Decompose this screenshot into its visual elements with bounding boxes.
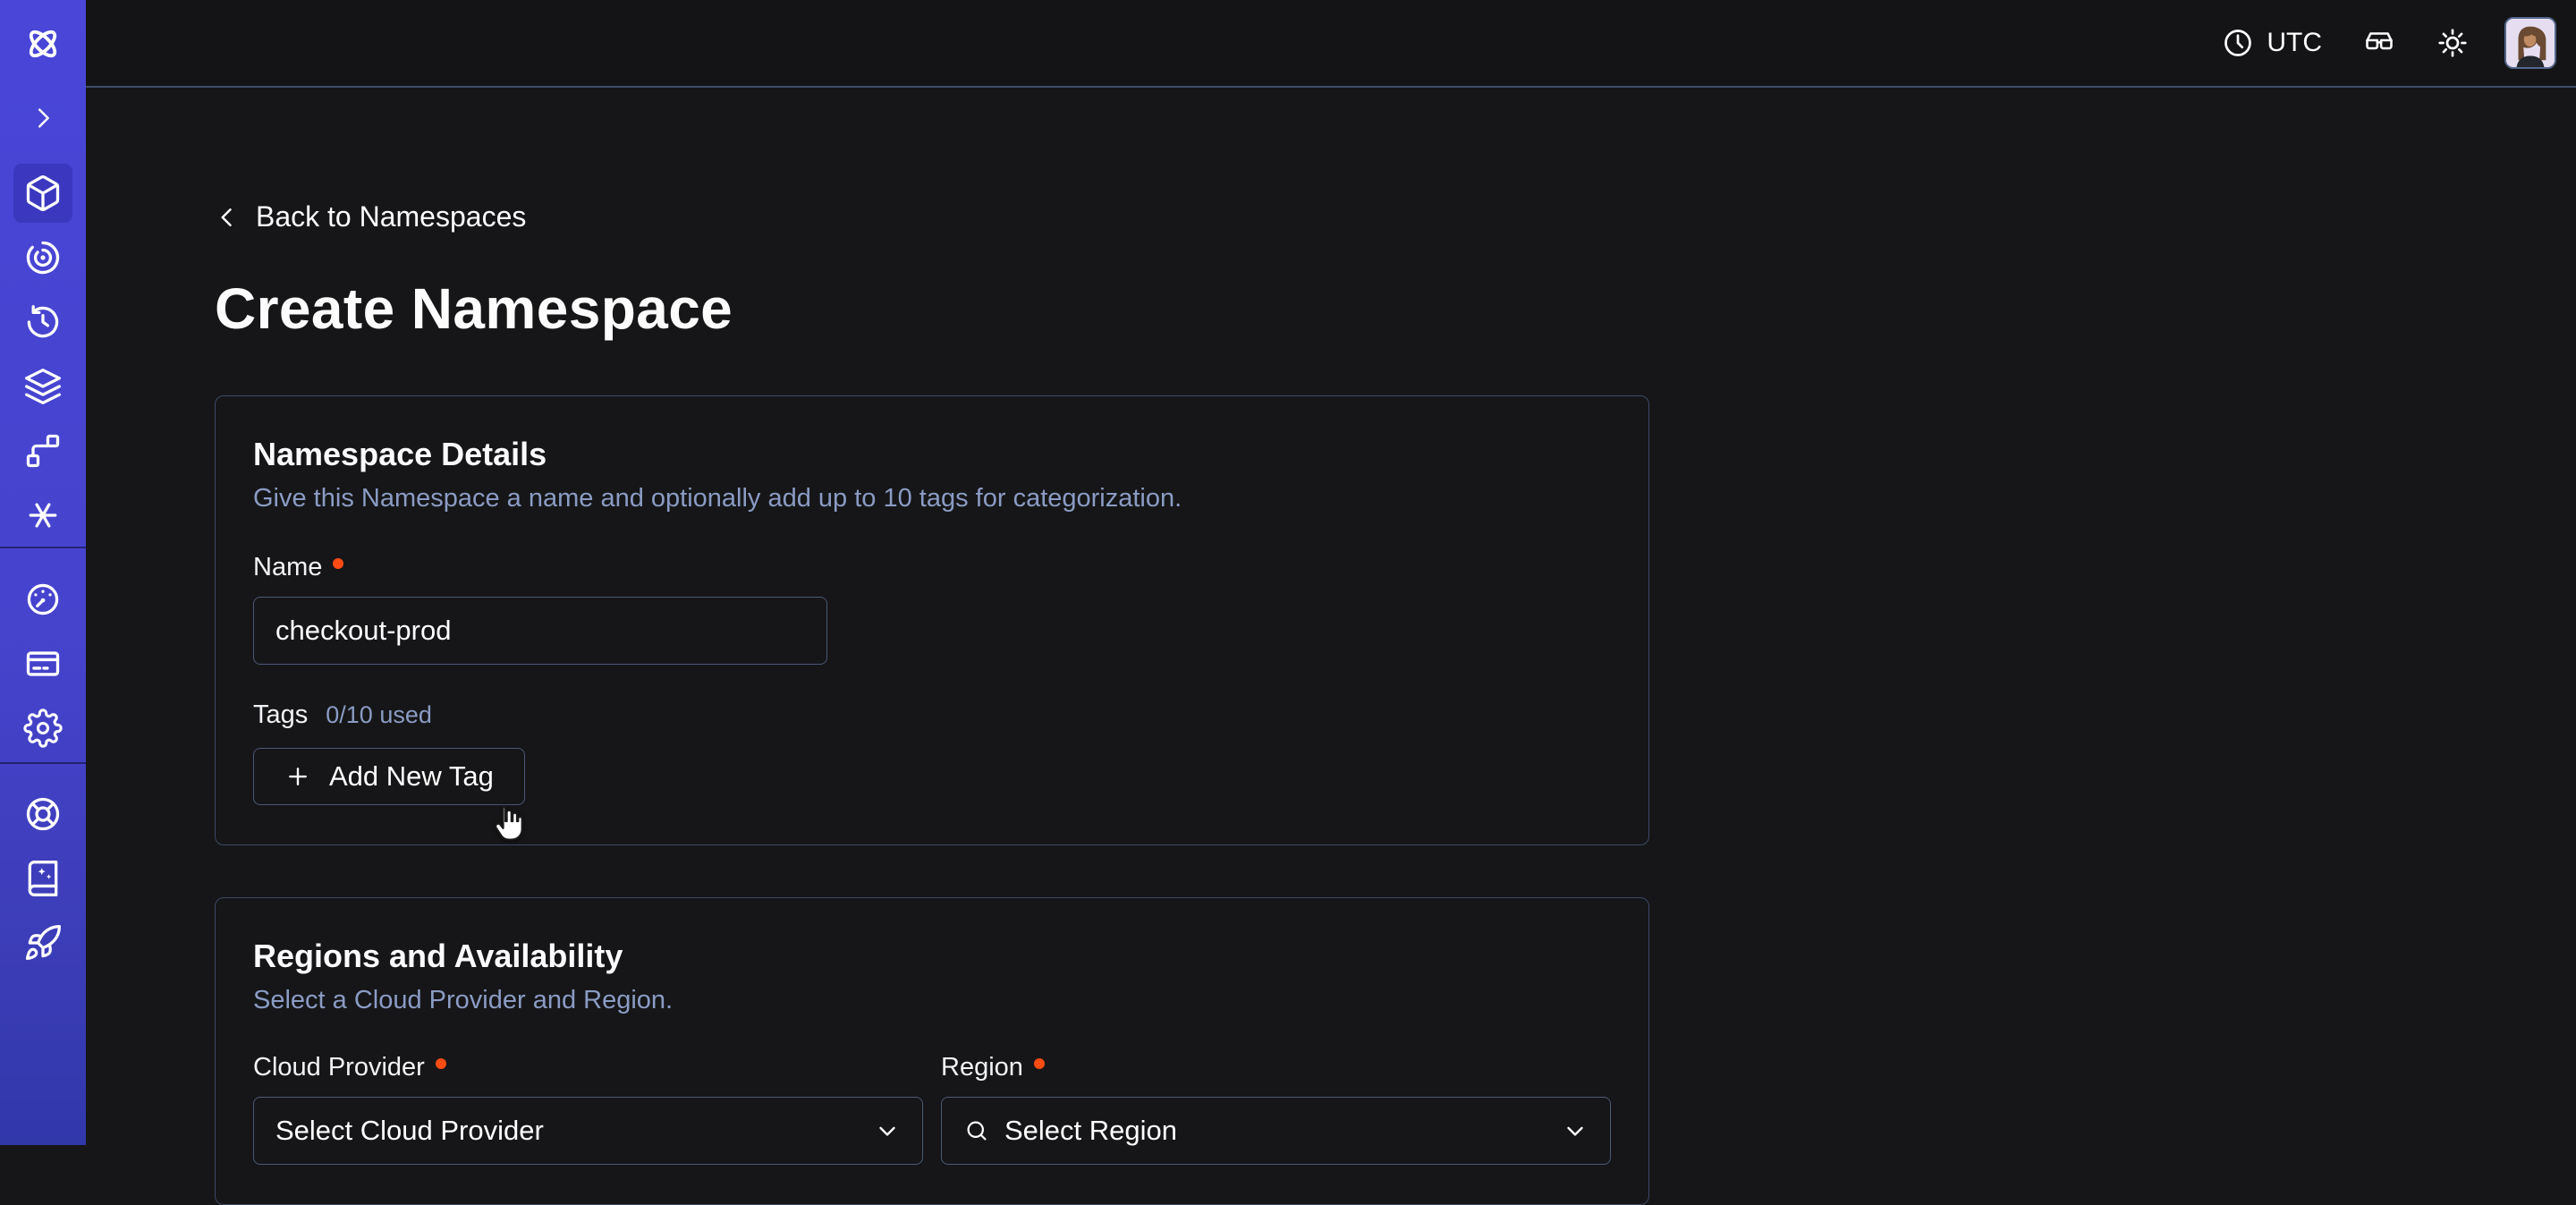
- name-label-row: Name: [253, 553, 1611, 582]
- search-icon: [963, 1117, 990, 1144]
- add-new-tag-button[interactable]: Add New Tag: [253, 748, 525, 805]
- main-content: Back to Namespaces Create Namespace Name…: [86, 88, 2576, 1145]
- active-item-highlight: [13, 164, 72, 223]
- sidebar-divider: [0, 547, 86, 548]
- sidebar-item-namespaces[interactable]: [0, 161, 86, 225]
- timezone-label: UTC: [2267, 28, 2322, 58]
- chevron-right-icon: [30, 105, 56, 132]
- asterisk-icon: [23, 496, 63, 535]
- sidebar-item-getting-started[interactable]: [0, 911, 86, 975]
- required-indicator: [333, 558, 343, 569]
- topbar: UTC: [86, 0, 2576, 88]
- cube-icon: [23, 174, 63, 213]
- user-avatar[interactable]: [2504, 17, 2556, 69]
- card-title: Regions and Availability: [253, 938, 1611, 975]
- timer-icon: [23, 302, 63, 342]
- tags-label-row: Tags 0/10 used: [253, 700, 1611, 730]
- sidebar-expand-button[interactable]: [0, 86, 86, 150]
- cloud-provider-label: Cloud Provider: [253, 1053, 425, 1082]
- book-sparkle-icon: [23, 859, 63, 898]
- add-new-tag-label: Add New Tag: [329, 760, 494, 793]
- sidebar-item-docs[interactable]: [0, 846, 86, 911]
- page-title: Create Namespace: [215, 276, 2576, 342]
- required-indicator: [1034, 1058, 1045, 1069]
- sidebar-item-deployments[interactable]: [0, 419, 86, 483]
- chevron-down-icon: [874, 1117, 901, 1144]
- namespace-details-card: Namespace Details Give this Namespace a …: [215, 395, 1649, 845]
- rocket-icon: [23, 923, 63, 963]
- cloud-provider-label-row: Cloud Provider: [253, 1053, 923, 1082]
- chevron-down-icon: [1562, 1117, 1589, 1144]
- labs-toggle-button[interactable]: [2349, 15, 2410, 71]
- tags-usage-counter: 0/10 used: [326, 701, 432, 729]
- gear-icon: [23, 709, 63, 748]
- workflows-spiral-icon: [23, 238, 63, 277]
- sidebar-item-support[interactable]: [0, 782, 86, 846]
- cloud-provider-field: Cloud Provider Select Cloud Provider: [253, 1015, 923, 1165]
- name-label: Name: [253, 553, 322, 582]
- tags-label: Tags: [253, 700, 308, 730]
- glasses-icon: [2363, 27, 2395, 59]
- timezone-button[interactable]: UTC: [2207, 15, 2336, 71]
- region-placeholder: Select Region: [1004, 1115, 1547, 1147]
- layers-icon: [23, 367, 63, 406]
- region-label: Region: [941, 1053, 1023, 1082]
- sidebar-item-nexus[interactable]: [0, 483, 86, 547]
- sidebar-item-billing[interactable]: [0, 632, 86, 696]
- sidebar: [0, 0, 86, 1145]
- back-link[interactable]: Back to Namespaces: [215, 200, 526, 233]
- namespace-name-input[interactable]: [253, 597, 827, 665]
- temporal-logo-icon[interactable]: [0, 13, 86, 75]
- plus-icon: [284, 763, 311, 790]
- gauge-icon: [23, 580, 63, 619]
- region-select[interactable]: Select Region: [941, 1097, 1611, 1165]
- cloud-provider-select[interactable]: Select Cloud Provider: [253, 1097, 923, 1165]
- region-label-row: Region: [941, 1053, 1611, 1082]
- sidebar-item-settings[interactable]: [0, 696, 86, 760]
- clock-icon: [2222, 27, 2254, 59]
- sidebar-item-schedules[interactable]: [0, 290, 86, 354]
- lifebuoy-icon: [23, 794, 63, 834]
- back-link-label: Back to Namespaces: [256, 200, 526, 233]
- chevron-left-icon: [215, 205, 240, 230]
- sun-icon: [2436, 27, 2469, 59]
- sidebar-item-usage[interactable]: [0, 567, 86, 632]
- avatar-photo: [2506, 19, 2555, 67]
- theme-toggle-button[interactable]: [2422, 15, 2483, 71]
- branch-icon: [23, 431, 63, 471]
- cloud-provider-placeholder: Select Cloud Provider: [275, 1115, 860, 1147]
- required-indicator: [436, 1058, 446, 1069]
- card-subtitle: Select a Cloud Provider and Region.: [253, 986, 1611, 1015]
- card-subtitle: Give this Namespace a name and optionall…: [253, 484, 1611, 513]
- card-title: Namespace Details: [253, 436, 1611, 473]
- billing-card-icon: [23, 644, 63, 683]
- region-field: Region Select Region: [941, 1015, 1611, 1165]
- sidebar-divider: [0, 762, 86, 764]
- regions-card: Regions and Availability Select a Cloud …: [215, 897, 1649, 1205]
- sidebar-item-workflows[interactable]: [0, 225, 86, 290]
- sidebar-item-batch-operations[interactable]: [0, 354, 86, 419]
